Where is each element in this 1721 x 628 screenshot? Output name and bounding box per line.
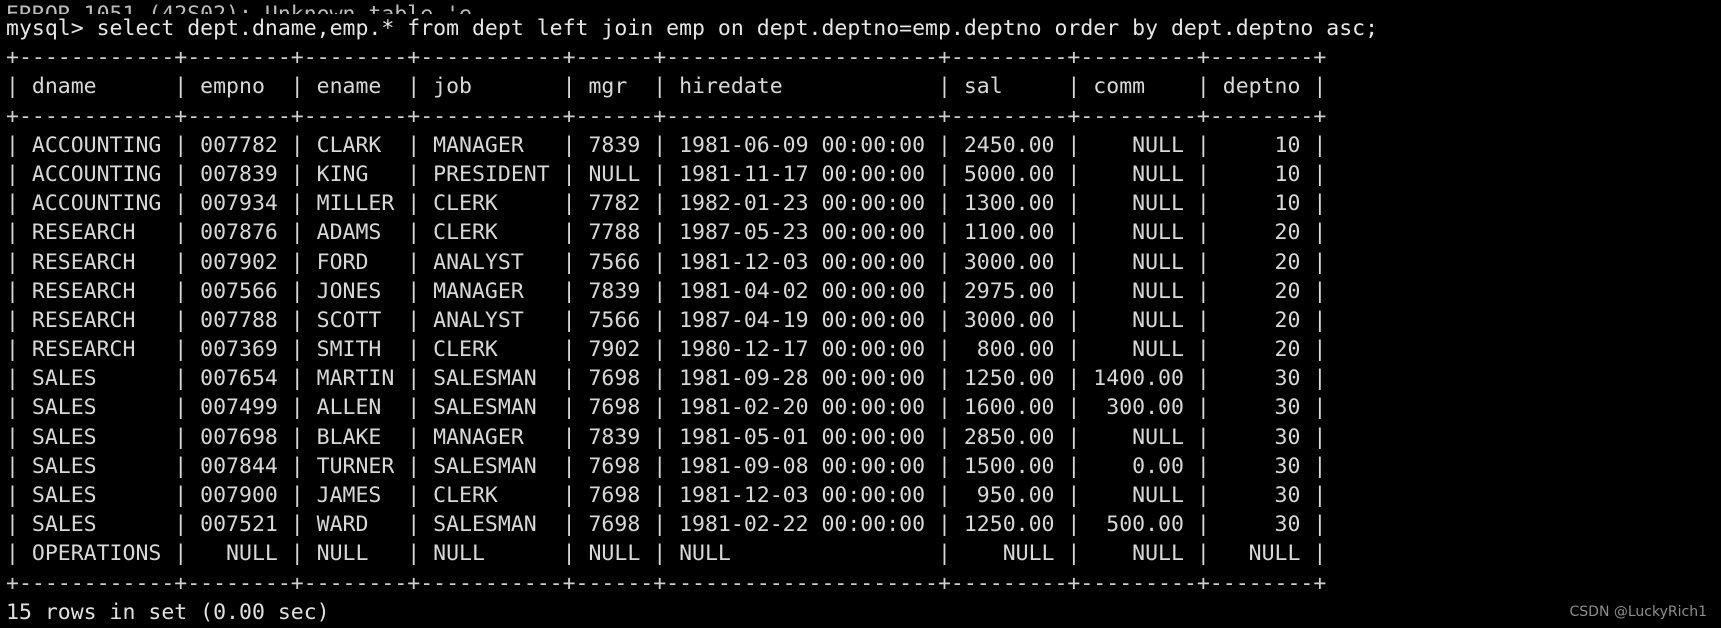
table-row: | ACCOUNTING | 007839 | KING | PRESIDENT… <box>6 161 1327 187</box>
table-row: | RESEARCH | 007876 | ADAMS | CLERK | 77… <box>6 220 1327 246</box>
csdn-watermark: CSDN @LuckyRich1 <box>1569 604 1707 620</box>
table-row: | SALES | 007521 | WARD | SALESMAN | 769… <box>6 512 1327 538</box>
sql-query-text: select dept.dname,emp.* from dept left j… <box>96 16 1379 41</box>
terminal-window[interactable]: ERROR 1051 (42S02): Unknown table 'e mys… <box>0 0 1721 628</box>
mysql-prompt: mysql> <box>6 16 97 41</box>
table-row: | SALES | 007900 | JAMES | CLERK | 7698 … <box>6 483 1327 508</box>
table-row: | ACCOUNTING | 007934 | MILLER | CLERK |… <box>6 191 1327 217</box>
table-row: | RESEARCH | 007566 | JONES | MANAGER | … <box>6 278 1327 304</box>
scrollback-partial-line: ERROR 1051 (42S02): Unknown table 'e <box>6 0 1715 14</box>
table-body: | ACCOUNTING | 007782 | CLARK | MANAGER … <box>6 131 1715 569</box>
table-row: | SALES | 007499 | ALLEN | SALESMAN | 76… <box>6 395 1327 421</box>
table-row: | ACCOUNTING | 007782 | CLARK | MANAGER … <box>6 132 1327 158</box>
table-row: | OPERATIONS | NULL | NULL | NULL | NULL… <box>6 541 1327 567</box>
table-row: | SALES | 007698 | BLAKE | MANAGER | 783… <box>6 424 1327 450</box>
table-header-row: | dname | empno | ename | job | mgr | hi… <box>6 74 1327 100</box>
table-row: | SALES | 007844 | TURNER | SALESMAN | 7… <box>6 453 1327 479</box>
rows-in-set-status: 15 rows in set (0.00 sec) <box>6 599 330 625</box>
table-top-border: +------------+--------+--------+--------… <box>6 45 1327 71</box>
table-row: | SALES | 007654 | MARTIN | SALESMAN | 7… <box>6 366 1327 392</box>
table-bottom-border: +------------+--------+--------+--------… <box>6 570 1327 596</box>
command-line: mysql> select dept.dname,emp.* from dept… <box>6 14 1715 43</box>
table-row: | RESEARCH | 007902 | FORD | ANALYST | 7… <box>6 249 1327 275</box>
table-row: | RESEARCH | 007369 | SMITH | CLERK | 79… <box>6 337 1327 363</box>
table-row: | RESEARCH | 007788 | SCOTT | ANALYST | … <box>6 307 1327 333</box>
table-header-separator: +------------+--------+--------+--------… <box>6 103 1327 129</box>
